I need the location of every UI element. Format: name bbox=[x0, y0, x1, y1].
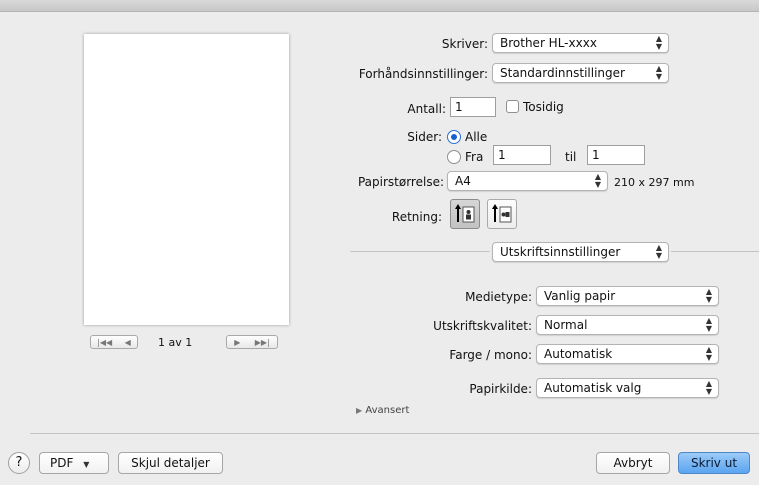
next-page-icon[interactable]: ▶ bbox=[234, 338, 240, 347]
paper-source-select[interactable]: Automatisk valg ▲ ▼ bbox=[536, 378, 719, 398]
presets-select[interactable]: Standardinnstillinger ▲ ▼ bbox=[492, 63, 669, 83]
paper-size-select[interactable]: A4 ▲ ▼ bbox=[447, 171, 608, 191]
color-mode-select[interactable]: Automatisk ▲ ▼ bbox=[536, 344, 719, 364]
quality-select[interactable]: Normal ▲ ▼ bbox=[536, 315, 719, 335]
first-page-icon[interactable]: |◀◀ bbox=[97, 338, 112, 347]
preview-back-controls[interactable]: |◀◀ ◀ bbox=[90, 335, 138, 349]
previous-page-icon[interactable]: ◀ bbox=[125, 338, 131, 347]
printer-select[interactable]: Brother HL-xxxx ▲ ▼ bbox=[492, 33, 669, 53]
printer-label: Skriver: bbox=[441, 37, 488, 51]
portrait-orientation-button[interactable] bbox=[450, 199, 480, 229]
window-toolbar bbox=[0, 0, 759, 12]
portrait-icon bbox=[455, 204, 475, 223]
print-button[interactable]: Skriv ut bbox=[678, 452, 750, 474]
pages-label: Sider: bbox=[407, 130, 442, 144]
page-indicator: 1 av 1 bbox=[158, 336, 193, 349]
orientation-label: Retning: bbox=[391, 210, 442, 224]
pages-to-label: til bbox=[565, 150, 577, 164]
landscape-orientation-button[interactable] bbox=[487, 199, 517, 229]
cancel-button[interactable]: Avbryt bbox=[596, 452, 670, 474]
preview-forward-controls[interactable]: ▶ ▶▶| bbox=[226, 335, 278, 349]
triangle-down-icon: ▼ bbox=[83, 460, 90, 469]
paper-source-label: Papirkilde: bbox=[469, 382, 532, 396]
section-divider-left bbox=[350, 251, 490, 252]
page-preview bbox=[84, 34, 289, 325]
pages-from-label: Fra bbox=[465, 150, 484, 164]
pages-all-radio[interactable] bbox=[447, 130, 461, 144]
advanced-disclosure[interactable]: ▶ Avansert bbox=[356, 405, 409, 416]
up-down-chevron-icon: ▲ ▼ bbox=[655, 243, 662, 260]
duplex-checkbox[interactable] bbox=[506, 100, 519, 113]
pdf-menu-button[interactable]: PDF ▼ bbox=[39, 452, 109, 474]
pages-all-label: Alle bbox=[465, 130, 488, 144]
copies-input[interactable]: 1 bbox=[450, 97, 496, 117]
section-value: Utskriftsinnstillinger bbox=[500, 245, 621, 259]
pages-from-input[interactable]: 1 bbox=[493, 145, 551, 165]
paper-size-value: A4 bbox=[455, 174, 471, 188]
quality-value: Normal bbox=[544, 318, 588, 332]
up-down-chevron-icon: ▲ ▼ bbox=[594, 172, 601, 189]
up-down-chevron-icon: ▲ ▼ bbox=[705, 316, 712, 333]
triangle-right-icon: ▶ bbox=[356, 406, 363, 415]
presets-value: Standardinnstillinger bbox=[500, 66, 625, 80]
paper-dimensions: 210 x 297 mm bbox=[614, 176, 695, 189]
help-button[interactable]: ? bbox=[8, 452, 30, 474]
up-down-chevron-icon: ▲ ▼ bbox=[705, 345, 712, 362]
footer-divider bbox=[30, 433, 759, 434]
quality-label: Utskriftskvalitet: bbox=[433, 319, 532, 333]
media-type-select[interactable]: Vanlig papir ▲ ▼ bbox=[536, 286, 719, 306]
paper-source-value: Automatisk valg bbox=[544, 381, 642, 395]
up-down-chevron-icon: ▲ ▼ bbox=[655, 64, 662, 81]
duplex-label: Tosidig bbox=[523, 100, 564, 114]
up-down-chevron-icon: ▲ ▼ bbox=[705, 287, 712, 304]
section-divider-right bbox=[671, 251, 759, 252]
printer-value: Brother HL-xxxx bbox=[500, 36, 597, 50]
last-page-icon[interactable]: ▶▶| bbox=[255, 338, 270, 347]
paper-size-label: Papirstørrelse: bbox=[357, 175, 444, 189]
section-select[interactable]: Utskriftsinnstillinger ▲ ▼ bbox=[492, 242, 669, 262]
advanced-label: Avansert bbox=[365, 405, 410, 416]
pdf-label: PDF bbox=[50, 456, 74, 470]
up-down-chevron-icon: ▲ ▼ bbox=[655, 34, 662, 51]
color-mode-label: Farge / mono: bbox=[449, 348, 532, 362]
landscape-icon bbox=[492, 204, 512, 223]
media-type-label: Medietype: bbox=[465, 290, 532, 304]
copies-label: Antall: bbox=[407, 102, 446, 116]
color-mode-value: Automatisk bbox=[544, 347, 613, 361]
presets-label: Forhåndsinnstillinger: bbox=[358, 67, 488, 81]
up-down-chevron-icon: ▲ ▼ bbox=[705, 379, 712, 396]
hide-details-button[interactable]: Skjul detaljer bbox=[118, 452, 223, 474]
pages-to-input[interactable]: 1 bbox=[587, 145, 645, 165]
media-type-value: Vanlig papir bbox=[544, 289, 616, 303]
pages-from-radio[interactable] bbox=[447, 150, 461, 164]
